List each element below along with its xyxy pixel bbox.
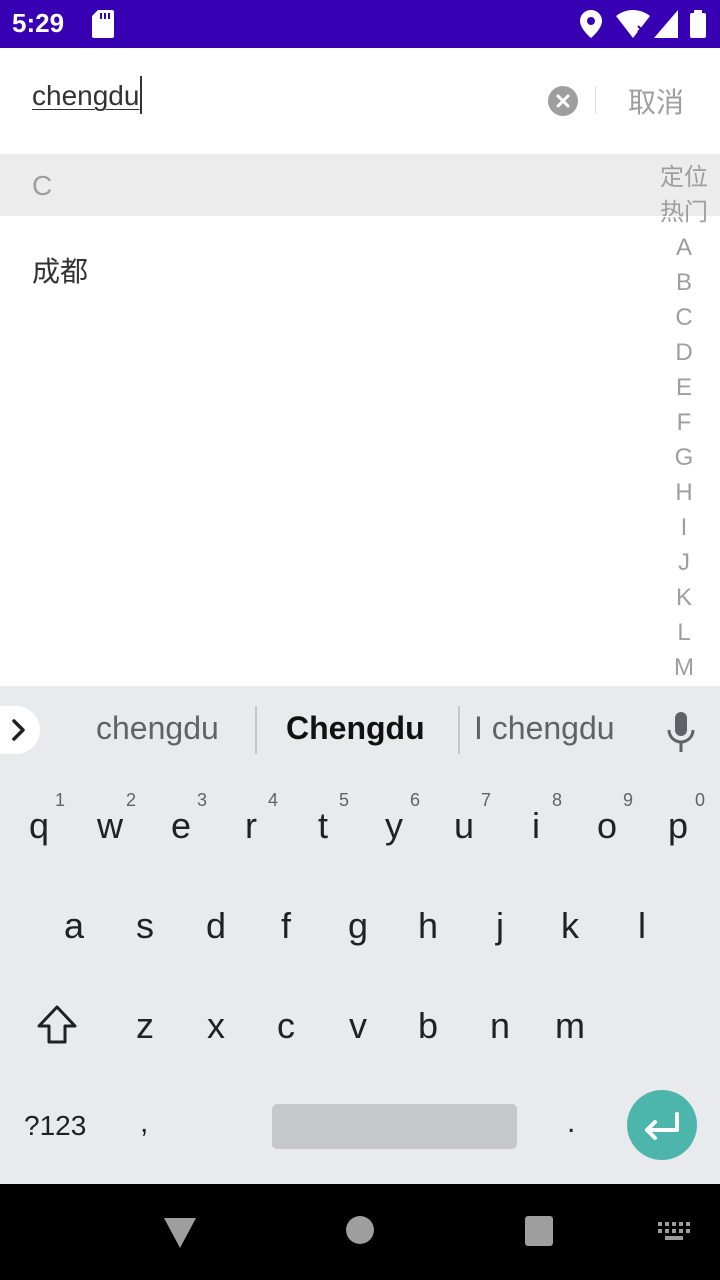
index-sidebar[interactable]: 定位 热门 A B C D E F G H I J K L M	[648, 160, 720, 686]
key-t-label: t	[317, 805, 328, 846]
key-s[interactable]: s	[113, 886, 177, 966]
wifi-icon	[616, 10, 650, 42]
enter-icon	[645, 1112, 679, 1140]
key-i-hint: 8	[552, 790, 563, 810]
key-v[interactable]: v	[326, 986, 390, 1066]
key-o-label: o	[596, 805, 618, 846]
key-r-label: r	[245, 805, 257, 846]
cancel-button[interactable]: 取消	[628, 81, 684, 121]
close-icon	[556, 94, 570, 108]
index-item-f[interactable]: F	[648, 405, 720, 440]
key-q-label: q	[28, 805, 50, 846]
index-item-j[interactable]: J	[648, 545, 720, 580]
soft-keyboard: chengdu Chengdu I chengdu q 1 w 2 e 3 r …	[0, 686, 720, 1184]
keyboard-switch-icon[interactable]	[656, 1220, 692, 1242]
navigation-bar	[0, 1184, 720, 1280]
battery-icon	[690, 10, 706, 42]
back-icon[interactable]	[164, 1218, 196, 1248]
index-item-g[interactable]: G	[648, 440, 720, 475]
status-time: 5:29	[12, 8, 65, 38]
space-key[interactable]	[272, 1104, 517, 1149]
suggestion-3[interactable]: I chengdu	[474, 710, 615, 747]
shift-icon	[37, 1005, 77, 1044]
section-header: C	[0, 154, 720, 216]
recents-icon[interactable]	[525, 1216, 553, 1246]
home-icon[interactable]	[346, 1216, 374, 1244]
search-bar: chengdu 取消	[0, 48, 720, 154]
index-item-h[interactable]: H	[648, 475, 720, 510]
comma-key[interactable]: ,	[140, 1106, 148, 1140]
key-e-hint: 3	[197, 790, 208, 810]
key-m[interactable]: m	[538, 986, 602, 1066]
key-b[interactable]: b	[396, 986, 460, 1066]
index-item-i[interactable]: I	[648, 510, 720, 545]
key-o-hint: 9	[623, 790, 634, 810]
key-w-hint: 2	[126, 790, 137, 810]
suggestion-divider	[255, 706, 257, 754]
key-y-label: y	[385, 805, 403, 846]
status-bar: 5:29	[0, 0, 720, 48]
chevron-right-icon	[12, 719, 25, 741]
key-i-label: i	[532, 805, 540, 846]
index-item-c[interactable]: C	[648, 300, 720, 335]
key-y-hint: 6	[410, 790, 421, 810]
index-item-e[interactable]: E	[648, 370, 720, 405]
key-h[interactable]: h	[396, 886, 460, 966]
key-d[interactable]: d	[184, 886, 248, 966]
search-input-text: chengdu	[32, 80, 140, 111]
search-divider	[595, 86, 596, 114]
suggestion-2[interactable]: Chengdu	[286, 710, 425, 747]
signal-icon	[654, 10, 678, 42]
key-u-hint: 7	[481, 790, 492, 810]
key-t-hint: 5	[339, 790, 350, 810]
key-l[interactable]: l	[610, 886, 674, 966]
city-name: 成都	[32, 255, 89, 288]
key-k[interactable]: k	[538, 886, 602, 966]
key-x[interactable]: x	[184, 986, 248, 1066]
enter-key[interactable]	[627, 1090, 697, 1160]
key-f[interactable]: f	[254, 886, 318, 966]
key-n[interactable]: n	[468, 986, 532, 1066]
key-p-label: p	[667, 805, 689, 846]
suggestion-1[interactable]: chengdu	[96, 710, 219, 747]
microphone-icon	[667, 712, 695, 752]
key-z[interactable]: z	[113, 986, 177, 1066]
mic-button[interactable]	[664, 710, 698, 754]
index-item-l[interactable]: L	[648, 615, 720, 650]
suggestion-divider	[458, 706, 460, 754]
symbols-key[interactable]: ?123	[24, 1110, 86, 1142]
key-u-label: u	[453, 805, 475, 846]
index-item-k[interactable]: K	[648, 580, 720, 615]
text-caret	[140, 75, 143, 114]
key-j[interactable]: j	[468, 886, 532, 966]
index-item-d[interactable]: D	[648, 335, 720, 370]
period-key[interactable]: .	[567, 1106, 575, 1140]
index-item-m[interactable]: M	[648, 650, 720, 685]
key-a[interactable]: a	[42, 886, 106, 966]
index-item-b[interactable]: B	[648, 265, 720, 300]
key-r-hint: 4	[268, 790, 279, 810]
clear-search-button[interactable]	[548, 86, 578, 116]
key-w-label: w	[97, 805, 123, 846]
key-p-hint: 0	[695, 790, 706, 810]
key-g[interactable]: g	[326, 886, 390, 966]
search-input[interactable]: chengdu	[32, 75, 532, 122]
city-list-item[interactable]: 成都	[0, 216, 640, 320]
suggestion-strip: chengdu Chengdu I chengdu	[0, 686, 720, 774]
expand-toolbar-button[interactable]	[0, 706, 40, 754]
key-e-label: e	[170, 805, 192, 846]
shift-key[interactable]	[34, 1002, 80, 1048]
index-item-location[interactable]: 定位	[648, 160, 720, 195]
sd-card-icon	[92, 10, 114, 42]
index-item-a[interactable]: A	[648, 230, 720, 265]
index-item-hot[interactable]: 热门	[648, 195, 720, 230]
section-letter: C	[32, 170, 53, 201]
key-q-hint: 1	[55, 790, 66, 810]
location-icon	[580, 10, 602, 42]
key-c[interactable]: c	[254, 986, 318, 1066]
